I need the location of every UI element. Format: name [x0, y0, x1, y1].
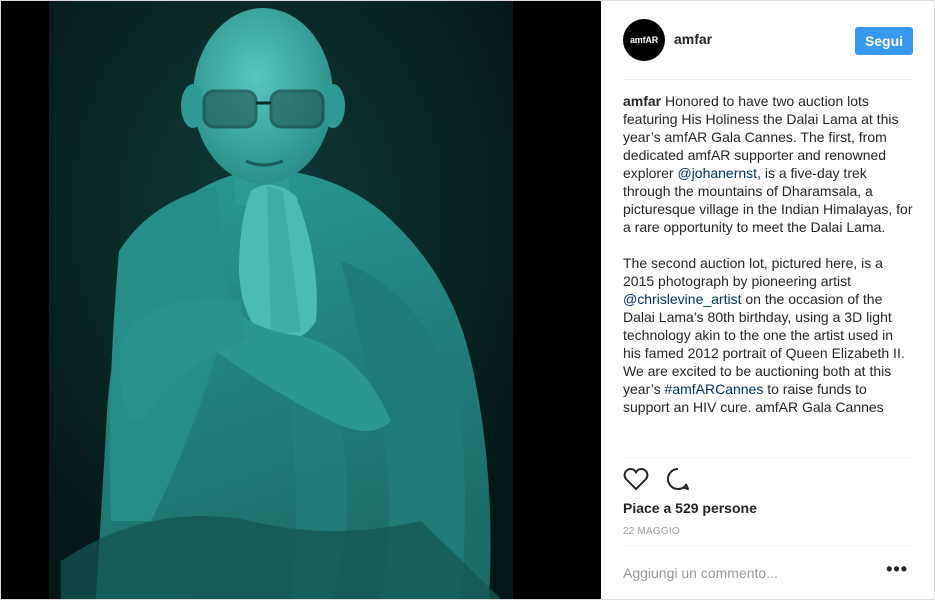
caption-paragraph-2: The second auction lot, pictured here, i…	[623, 254, 913, 362]
divider	[623, 457, 913, 458]
post-date[interactable]: 22 MAGGIO	[623, 526, 680, 537]
post-sidebar: amfAR amfar Segui amfar Honored to have …	[601, 1, 934, 599]
caption-paragraph-3: We are excited to be auctioning both at …	[623, 362, 913, 416]
more-options-button[interactable]: •••	[886, 560, 908, 578]
instagram-post: amfAR amfar Segui amfar Honored to have …	[0, 0, 935, 600]
hashtag-link[interactable]: #amfARCannes	[665, 381, 764, 397]
comment-bubble-icon[interactable]	[665, 466, 693, 494]
divider	[623, 79, 913, 80]
mention-link[interactable]: @johanernst	[677, 165, 757, 181]
caption: amfar Honored to have two auction lots f…	[623, 92, 913, 456]
post-photo[interactable]	[1, 1, 601, 599]
heart-icon[interactable]	[623, 466, 651, 494]
comment-input[interactable]	[623, 559, 873, 587]
dalai-lama-portrait-image	[1, 1, 601, 599]
caption-paragraph-1: amfar Honored to have two auction lots f…	[623, 92, 913, 236]
mention-link[interactable]: @chrislevine_artist	[623, 291, 741, 307]
divider	[623, 545, 913, 546]
post-header: amfAR amfar Segui	[623, 19, 913, 63]
follow-button[interactable]: Segui	[855, 27, 913, 55]
username-link[interactable]: amfar	[674, 31, 712, 47]
avatar[interactable]: amfAR	[623, 19, 665, 61]
caption-text: The second auction lot, pictured here, i…	[623, 255, 883, 289]
likes-count[interactable]: Piace a 529 persone	[623, 500, 757, 516]
caption-username[interactable]: amfar	[623, 93, 661, 109]
